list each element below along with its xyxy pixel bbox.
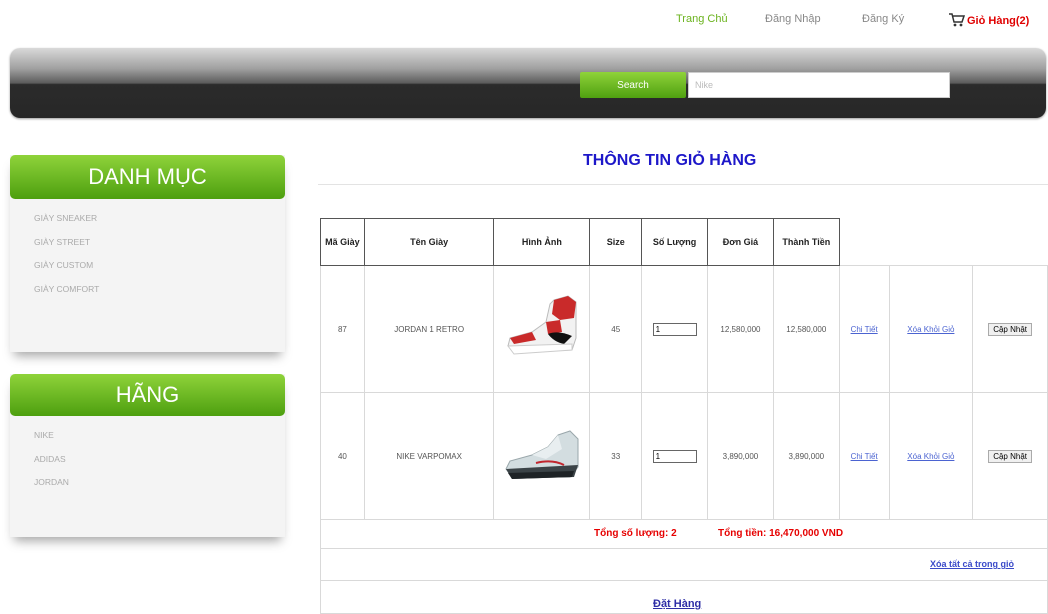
search-button[interactable]: Search (580, 72, 686, 98)
top-nav: Trang Chủ Đăng Nhập Đăng Ký Giỏ Hàng(2) (0, 0, 1048, 38)
nav-register-link[interactable]: Đăng Ký (862, 13, 904, 25)
search-input[interactable] (688, 72, 950, 98)
cell-qty (641, 265, 709, 393)
remove-from-cart-link[interactable]: Xóa Khỏi Giỏ (907, 325, 954, 334)
cart-label: Giỏ Hàng(2) (967, 15, 1030, 27)
cell-name: NIKE VARPOMAX (363, 392, 495, 520)
nav-login-link[interactable]: Đăng Nhập (765, 13, 821, 25)
header-subtotal: Thành Tiền (772, 218, 840, 266)
category-item-street[interactable]: GIÀY STREET (34, 237, 285, 261)
quantity-input[interactable] (652, 322, 697, 336)
cell-id: 87 (320, 265, 365, 393)
detail-link[interactable]: Chi Tiết (851, 325, 878, 334)
total-price: Tổng tiền: 16,470,000 VND (718, 528, 844, 539)
cart-table: Mã Giày Tên Giày Hình Ảnh Size Số Lượng … (320, 218, 1048, 520)
checkout-button[interactable]: Đặt Hàng (653, 598, 701, 610)
cell-image (493, 392, 591, 520)
header-image: Hình Ảnh (493, 218, 591, 266)
brand-list: NIKE ADIDAS JORDAN (10, 416, 285, 501)
category-panel: DANH MỤC GIÀY SNEAKER GIÀY STREET GIÀY C… (10, 155, 285, 352)
clear-cart-link[interactable]: Xóa tất cả trong giỏ (930, 559, 1014, 569)
table-header-row: Mã Giày Tên Giày Hình Ảnh Size Số Lượng … (320, 218, 1048, 266)
cell-name: JORDAN 1 RETRO (363, 265, 495, 393)
category-item-comfort[interactable]: GIÀY COMFORT (34, 284, 285, 308)
brand-item-jordan[interactable]: JORDAN (34, 477, 285, 501)
table-row: 87 JORDAN 1 RETRO 45 12,580,000 12,580,0… (320, 265, 1048, 393)
detail-link[interactable]: Chi Tiết (851, 452, 878, 461)
cell-unit-price: 3,890,000 (707, 392, 774, 520)
update-button[interactable]: Cập Nhật (988, 449, 1032, 463)
cell-update: Cập Nhật (972, 265, 1048, 393)
title-divider (318, 184, 1048, 185)
cell-id: 40 (320, 392, 365, 520)
cell-remove: Xóa Khỏi Giỏ (888, 392, 974, 520)
remove-from-cart-link[interactable]: Xóa Khỏi Giỏ (907, 452, 954, 461)
brand-heading: HÃNG (10, 374, 285, 416)
header-empty (889, 219, 973, 266)
cell-subtotal: 3,890,000 (772, 392, 840, 520)
brand-panel: HÃNG NIKE ADIDAS JORDAN (10, 374, 285, 537)
cell-unit-price: 12,580,000 (707, 265, 774, 393)
brand-item-adidas[interactable]: ADIDAS (34, 454, 285, 478)
table-row: 40 NIKE VARPOMAX 33 3,890,000 3,890,000 … (320, 392, 1048, 520)
cell-detail: Chi Tiết (838, 265, 890, 393)
nav-cart-link[interactable]: Giỏ Hàng(2) (949, 13, 1029, 27)
cart-icon (949, 13, 965, 27)
cell-detail: Chi Tiết (838, 392, 890, 520)
cell-qty (641, 392, 709, 520)
quantity-input[interactable] (652, 449, 697, 463)
update-button[interactable]: Cập Nhật (988, 322, 1032, 336)
total-quantity: Tổng số lượng: 2 (594, 528, 677, 539)
cell-size: 33 (589, 392, 643, 520)
cell-image (493, 265, 591, 393)
nav-home-link[interactable]: Trang Chủ (676, 13, 728, 25)
header-unit-price: Đơn Giá (707, 218, 774, 266)
page-title: THÔNG TIN GIỎ HÀNG (583, 152, 757, 169)
grey-sneaker-icon (505, 430, 579, 479)
category-item-custom[interactable]: GIÀY CUSTOM (34, 260, 285, 284)
cell-remove: Xóa Khỏi Giỏ (888, 265, 974, 393)
header-size: Size (589, 218, 643, 266)
header-qty: Số Lượng (641, 218, 709, 266)
header-empty (973, 219, 1048, 266)
red-sneaker-icon (506, 295, 577, 355)
brand-item-nike[interactable]: NIKE (34, 430, 285, 454)
category-heading: DANH MỤC (10, 155, 285, 199)
cell-subtotal: 12,580,000 (772, 265, 840, 393)
header-id: Mã Giày (320, 218, 365, 266)
header-empty (838, 218, 890, 266)
category-list: GIÀY SNEAKER GIÀY STREET GIÀY CUSTOM GIÀ… (10, 199, 285, 307)
category-item-sneaker[interactable]: GIÀY SNEAKER (34, 213, 285, 237)
cell-update: Cập Nhật (972, 392, 1048, 520)
totals-row (320, 519, 1048, 549)
cell-size: 45 (589, 265, 643, 393)
header-name: Tên Giày (363, 218, 495, 266)
